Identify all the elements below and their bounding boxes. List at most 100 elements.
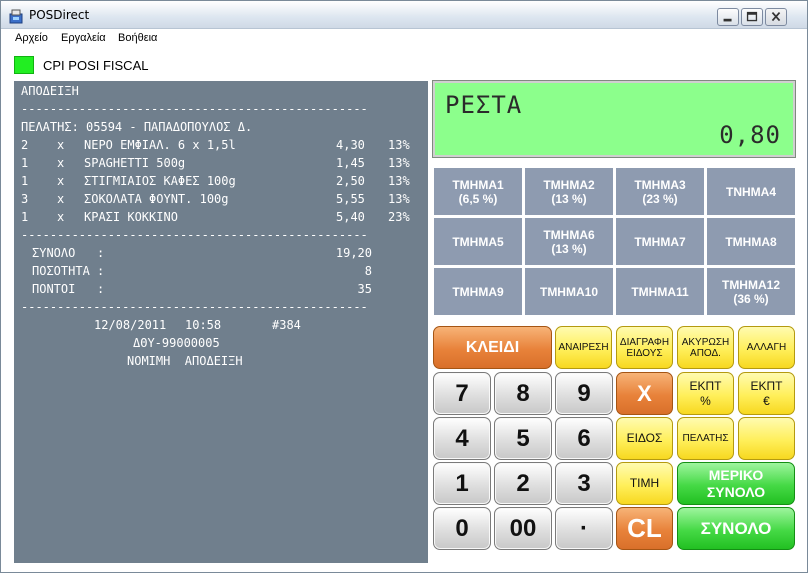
close-button[interactable] (765, 8, 787, 26)
subtotal-button[interactable]: ΜΕΡΙΚΟ ΣΥΝΟΛΟ (677, 462, 795, 505)
item-vat: 13% (388, 192, 410, 206)
blank-function-button[interactable] (738, 417, 795, 460)
menu-help[interactable]: Βοήθεια (118, 32, 157, 44)
maximize-icon (746, 11, 758, 22)
department-button-12[interactable]: ΤΜΗΜΑ12 (36 %) (706, 267, 796, 316)
delete-item-button[interactable]: ΔΙΑΓΡΑΦΗ ΕΙΔΟΥΣ (616, 326, 673, 369)
price-button[interactable]: ΤΙΜΗ (616, 462, 673, 505)
discount-euro-button[interactable]: ΕΚΠΤ € (738, 372, 795, 415)
department-button-11[interactable]: ΤΜΗΜΑ11 (615, 267, 705, 316)
receipt-separator: ----------------------------------------… (21, 300, 368, 314)
department-name: ΤΜΗΜΑ7 (634, 234, 686, 249)
department-name: ΤΜΗΜΑ5 (452, 234, 504, 249)
quantity-value: 8 (364, 264, 372, 278)
department-name: ΤΜΗΜΑ9 (452, 284, 504, 299)
customer-button[interactable]: ΠΕΛΑΤΗΣ (677, 417, 734, 460)
decimal-point-button[interactable]: · (555, 507, 613, 550)
discount-euro-symbol: € (763, 393, 770, 408)
receipt-legal-note: ΝΟΜΙΜΗ ΑΠΟΔΕΙΞΗ (127, 354, 243, 368)
close-icon (771, 11, 781, 22)
department-button-7[interactable]: ΤΜΗΜΑ7 (615, 217, 705, 266)
department-button-9[interactable]: ΤΜΗΜΑ9 (433, 267, 523, 316)
department-button-3[interactable]: ΤΜΗΜΑ3 (23 %) (615, 167, 705, 216)
total-label: ΣΥΝΟΛΟ : (32, 246, 105, 260)
points-label: ΠΟΝΤΟΙ : (32, 282, 105, 296)
printer-status-indicator (14, 56, 34, 74)
item-button[interactable]: ΕΙΔΟΣ (616, 417, 673, 460)
department-rate: (6,5 %) (458, 191, 498, 206)
item-times: x (57, 174, 65, 188)
digit-9-button[interactable]: 9 (555, 372, 613, 415)
digit-8-button[interactable]: 8 (494, 372, 552, 415)
department-name: ΤΜΗΜΑ6 (543, 227, 595, 242)
item-qty: 3 (21, 192, 29, 206)
cancel-receipt-label: ΑΚΥΡΩΣΗ (681, 336, 730, 348)
department-name: ΤΜΗΜΑ11 (631, 284, 689, 299)
digit-1-button[interactable]: 1 (433, 462, 491, 505)
menu-tools[interactable]: Εργαλεία (61, 32, 106, 44)
department-name: ΤΜΗΜΑ12 (721, 277, 780, 292)
department-name: ΤΜΗΜΑ10 (539, 284, 598, 299)
item-name: SPAGHETTI 500g (84, 156, 186, 170)
department-button-5[interactable]: ΤΜΗΜΑ5 (433, 217, 523, 266)
item-times: x (57, 192, 65, 206)
maximize-button[interactable] (741, 8, 763, 26)
subtotal-label: ΜΕΡΙΚΟ (708, 466, 764, 483)
department-name: ΤΜΗΜΑ1 (452, 177, 504, 192)
department-button-6[interactable]: ΤΜΗΜΑ6 (13 %) (524, 217, 614, 266)
department-button-1[interactable]: ΤΜΗΜΑ1 (6,5 %) (433, 167, 523, 216)
item-name: ΝΕΡΟ ΕΜΦΙΑΛ. 6 x 1,5l (84, 138, 236, 152)
display-label: ΡΕΣΤΑ (445, 91, 523, 119)
item-qty: 1 (21, 156, 29, 170)
total-button[interactable]: ΣΥΝΟΛΟ (677, 507, 795, 550)
department-name: ΤΜΗΜΑ2 (543, 177, 595, 192)
department-name: ΤΝΗΜΑ4 (726, 184, 776, 199)
digit-6-button[interactable]: 6 (555, 417, 613, 460)
receipt-separator: ----------------------------------------… (21, 102, 368, 116)
clear-button[interactable]: CL (616, 507, 673, 550)
key-button[interactable]: ΚΛΕΙΔΙ (433, 326, 552, 369)
department-button-4[interactable]: ΤΝΗΜΑ4 (706, 167, 796, 216)
digit-4-button[interactable]: 4 (433, 417, 491, 460)
cancel-receipt-button[interactable]: ΑΚΥΡΩΣΗ ΑΠΟΔ. (677, 326, 734, 369)
digit-7-button[interactable]: 7 (433, 372, 491, 415)
department-rate: (13 %) (551, 191, 587, 206)
department-button-2[interactable]: ΤΜΗΜΑ2 (13 %) (524, 167, 614, 216)
multiply-button[interactable]: X (616, 372, 673, 415)
receipt-panel: ΑΠΟΔΕΙΞΗ -------------------------------… (14, 81, 428, 563)
app-icon (9, 9, 23, 24)
menu-file[interactable]: Αρχείο (15, 32, 48, 44)
double-zero-button[interactable]: 00 (494, 507, 552, 550)
item-qty: 1 (21, 210, 29, 224)
item-price: 1,45 (336, 156, 365, 170)
printer-label: CPI POSI FISCAL (43, 58, 149, 73)
digit-0-button[interactable]: 0 (433, 507, 491, 550)
recall-button[interactable]: ΑΝΑΙΡΕΣΗ (555, 326, 612, 369)
department-name: ΤΜΗΜΑ3 (634, 177, 686, 192)
department-button-8[interactable]: ΤΜΗΜΑ8 (706, 217, 796, 266)
minimize-icon (723, 18, 732, 22)
subtotal-label-2: ΣΥΝΟΛΟ (706, 483, 766, 500)
item-vat: 13% (388, 156, 410, 170)
digit-3-button[interactable]: 3 (555, 462, 613, 505)
receipt-header: ΑΠΟΔΕΙΞΗ (21, 84, 79, 98)
discount-percent-button[interactable]: ΕΚΠΤ% (677, 372, 734, 415)
department-rate: (36 %) (733, 291, 769, 306)
item-times: x (57, 138, 65, 152)
digit-5-button[interactable]: 5 (494, 417, 552, 460)
discount-percent-label: ΕΚΠΤ (689, 378, 722, 393)
receipt-number: #384 (272, 318, 301, 332)
change-display: ΡΕΣΤΑ 0,80 (432, 80, 796, 158)
department-button-10[interactable]: ΤΜΗΜΑ10 (524, 267, 614, 316)
department-rate: (23 %) (642, 191, 678, 206)
item-times: x (57, 210, 65, 224)
item-vat: 13% (388, 138, 410, 152)
quantity-label: ΠΟΣΟΤΗΤΑ : (32, 264, 105, 278)
item-price: 5,40 (336, 210, 365, 224)
digit-2-button[interactable]: 2 (494, 462, 552, 505)
minimize-button[interactable] (717, 8, 739, 26)
receipt-customer: ΠΕΛΑΤΗΣ: 05594 - ΠΑΠΑΔΟΠΟΥΛΟΣ Δ. (21, 120, 253, 134)
change-button[interactable]: ΑΛΛΑΓΗ (738, 326, 795, 369)
title-bar[interactable]: POSDirect (1, 1, 807, 29)
points-value: 35 (357, 282, 372, 296)
